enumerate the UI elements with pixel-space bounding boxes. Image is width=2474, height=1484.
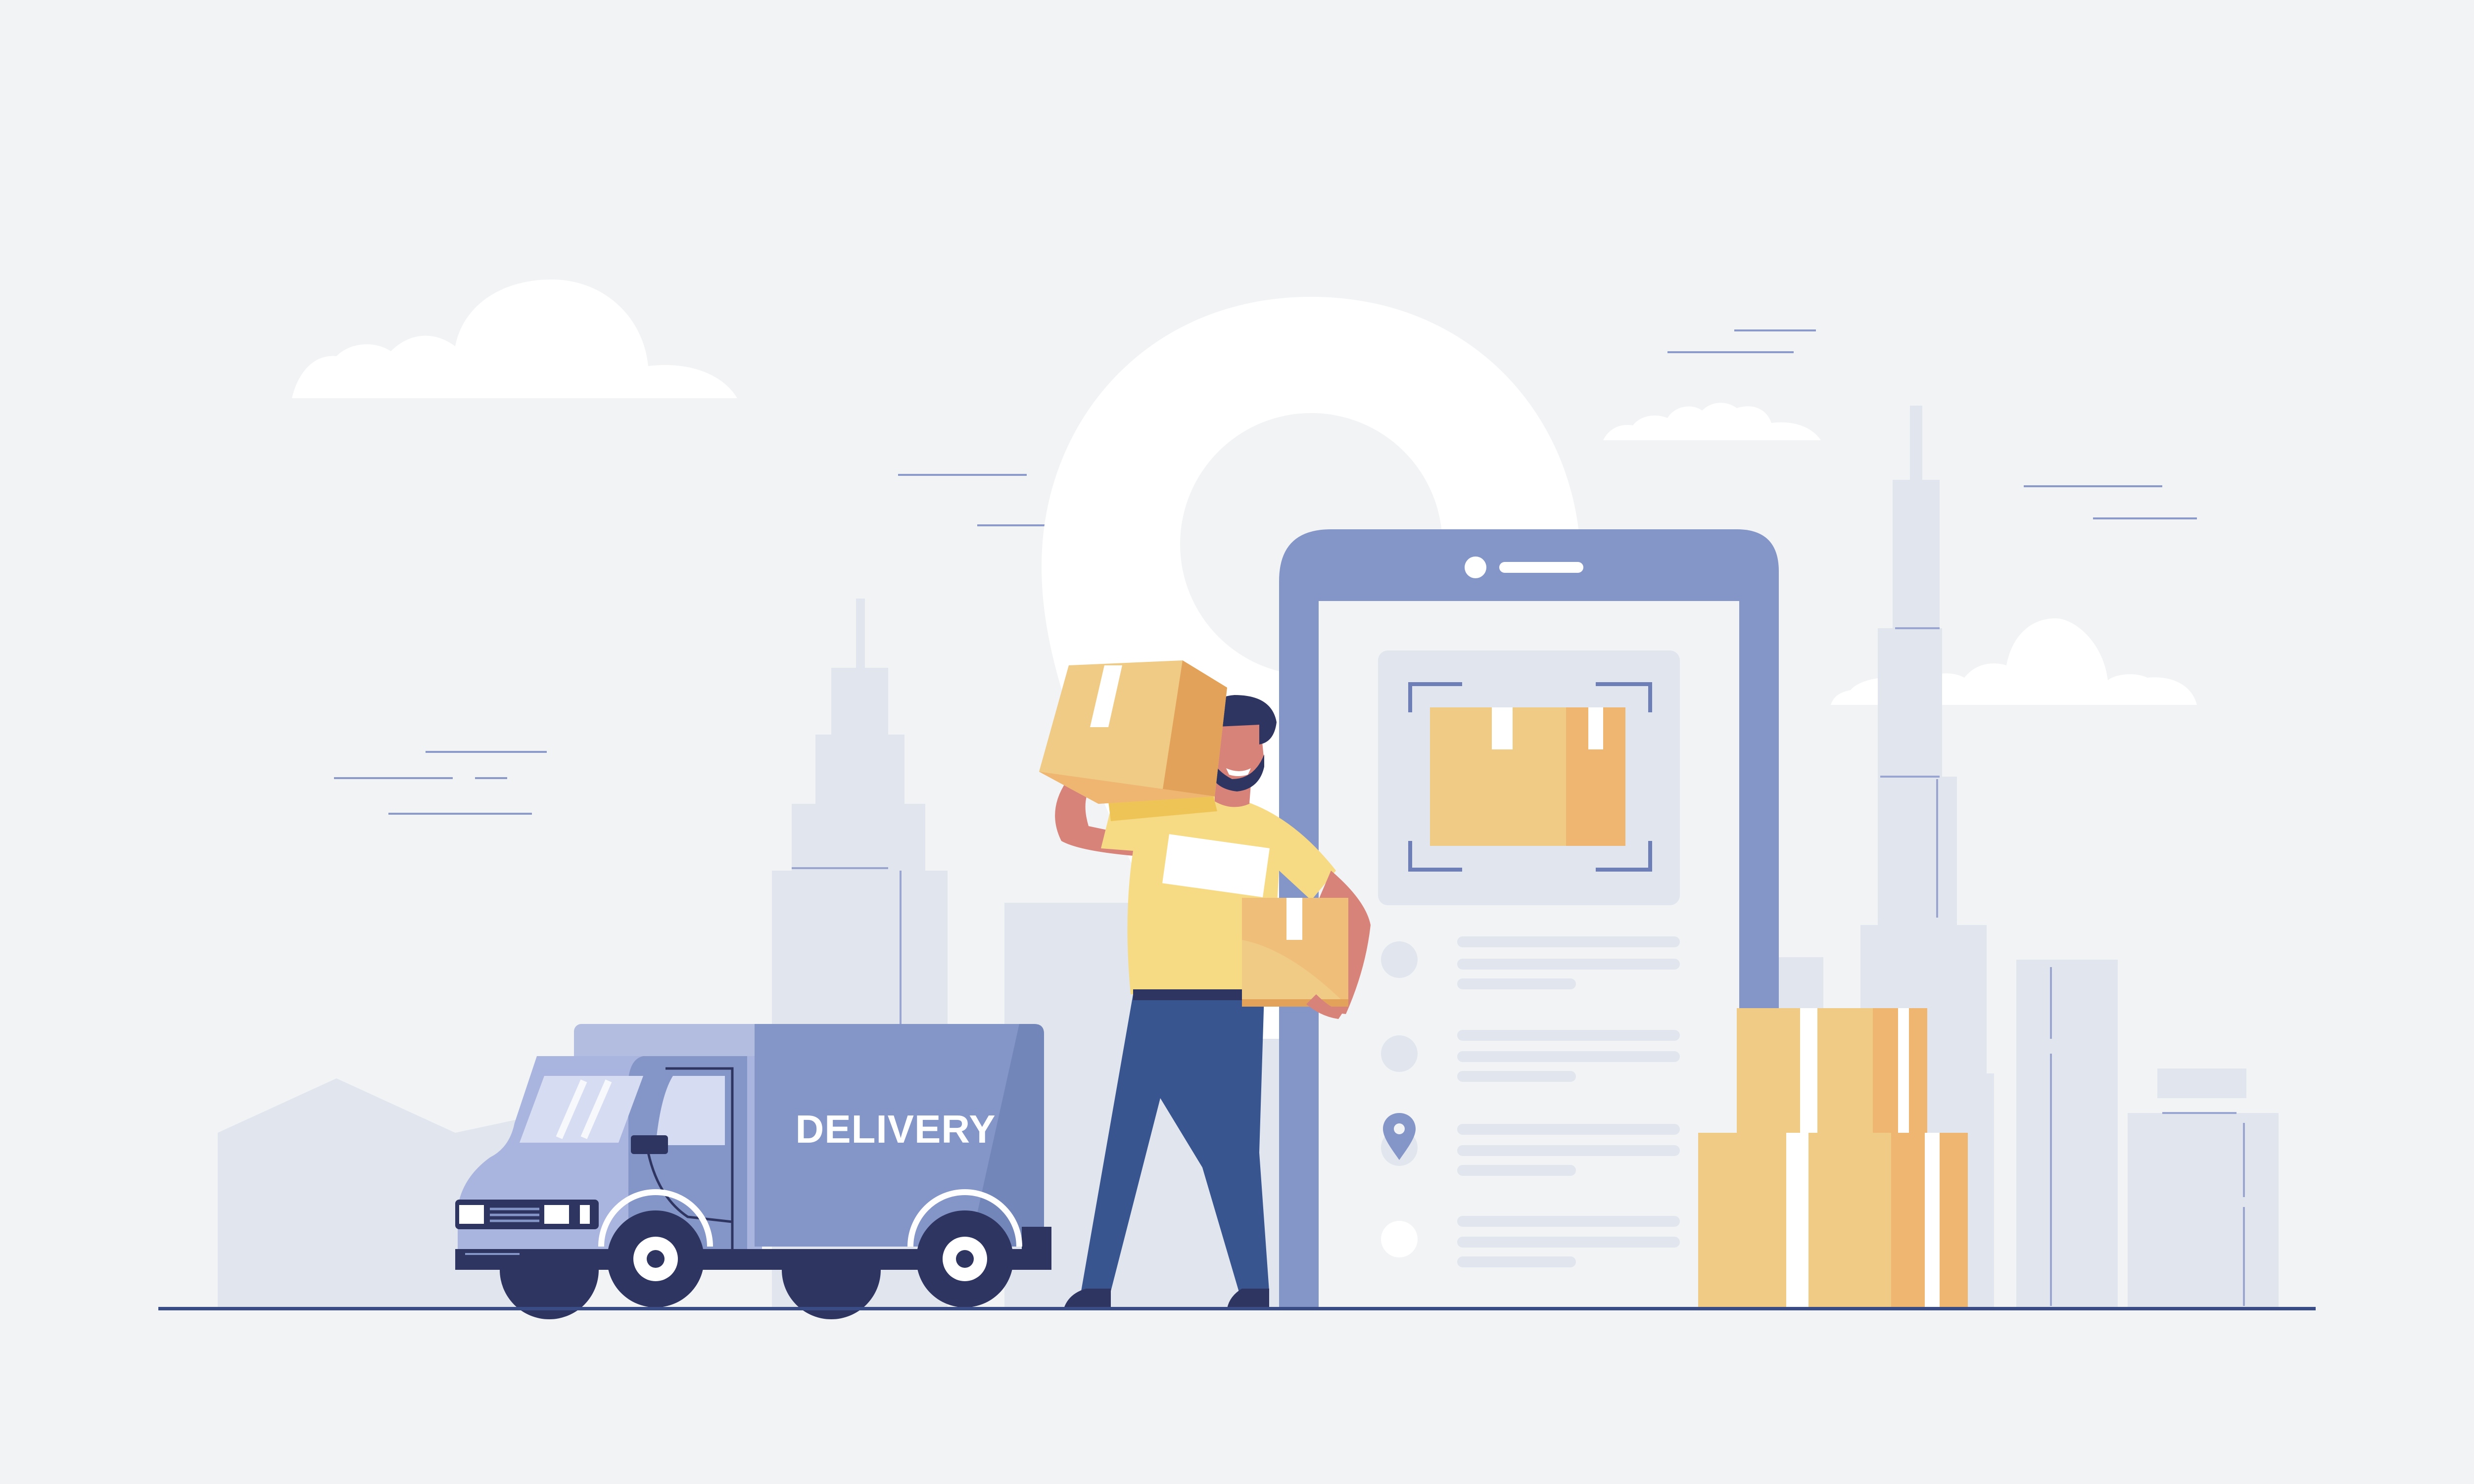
delivery-truck: DELIVERY [455, 1024, 1051, 1319]
truck-door-handle [631, 1135, 668, 1154]
building-right-2 [2157, 1068, 2246, 1098]
cloud-middle [1603, 403, 1821, 440]
box-top [1737, 1008, 1927, 1134]
phone-speaker [1499, 562, 1583, 573]
box-on-shoulder [1039, 660, 1227, 804]
phone-camera [1465, 556, 1486, 578]
building-right-1 [2016, 960, 2118, 1308]
delivery-illustration: DELIVERY [158, 279, 2316, 1319]
box-bottom [1698, 1133, 1968, 1308]
ground-line [158, 1307, 2316, 1310]
cloud-left [292, 279, 737, 398]
truck-label: DELIVERY [795, 1107, 996, 1151]
scanned-box [1430, 707, 1625, 846]
building-right-3 [2128, 1113, 2279, 1308]
box-in-hand [1242, 898, 1348, 1007]
